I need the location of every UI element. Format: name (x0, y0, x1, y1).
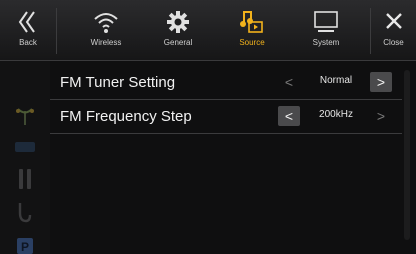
setting-row-fm-tuner: FM Tuner Setting < Normal > (50, 66, 402, 100)
close-icon (385, 13, 402, 29)
cable-icon[interactable] (14, 201, 36, 227)
setting-label: FM Frequency Step (60, 108, 192, 125)
tab-source[interactable]: Source (222, 0, 282, 60)
tab-wireless[interactable]: Wireless (76, 0, 136, 60)
music-source-icon (240, 11, 263, 33)
chevron-right-icon: > (376, 74, 386, 90)
tab-general[interactable]: General (148, 0, 208, 60)
tab-wireless-label: Wireless (90, 38, 122, 47)
antenna-icon[interactable] (14, 105, 36, 127)
tab-general-label: General (163, 38, 193, 47)
setting-row-fm-frequency-step: FM Frequency Step < 200kHz > (50, 100, 402, 134)
tab-source-label: Source (239, 38, 265, 47)
decrease-button[interactable]: < (278, 72, 300, 92)
top-navigation-bar: Back Wireless General Source System Clos… (0, 0, 416, 61)
increase-button[interactable]: > (370, 72, 392, 92)
close-label: Close (383, 38, 404, 47)
decrease-button[interactable]: < (278, 106, 300, 126)
gear-icon (167, 11, 189, 33)
chevron-left-icon: < (284, 108, 294, 124)
setting-value: 200kHz (319, 109, 353, 120)
back-icon (18, 11, 35, 33)
svg-text:P: P (21, 240, 29, 254)
back-label: Back (19, 38, 37, 47)
parking-icon[interactable]: P (14, 237, 36, 254)
chevron-left-icon: < (284, 74, 294, 90)
tab-system-label: System (312, 38, 340, 47)
tab-system[interactable]: System (296, 0, 356, 60)
setting-label: FM Tuner Setting (60, 74, 176, 91)
close-button[interactable]: Close (371, 0, 416, 60)
scrollbar[interactable] (404, 70, 410, 240)
tuner-icon[interactable] (14, 139, 36, 155)
divider (56, 8, 57, 54)
increase-button[interactable]: > (370, 106, 392, 126)
setting-value: Normal (319, 75, 353, 86)
source-sidebar: P (0, 61, 50, 254)
back-button[interactable]: Back (0, 0, 56, 60)
wireless-icon (94, 13, 118, 33)
monitor-icon (314, 11, 338, 32)
usb-icon[interactable] (14, 167, 36, 191)
chevron-right-icon: > (376, 108, 386, 124)
